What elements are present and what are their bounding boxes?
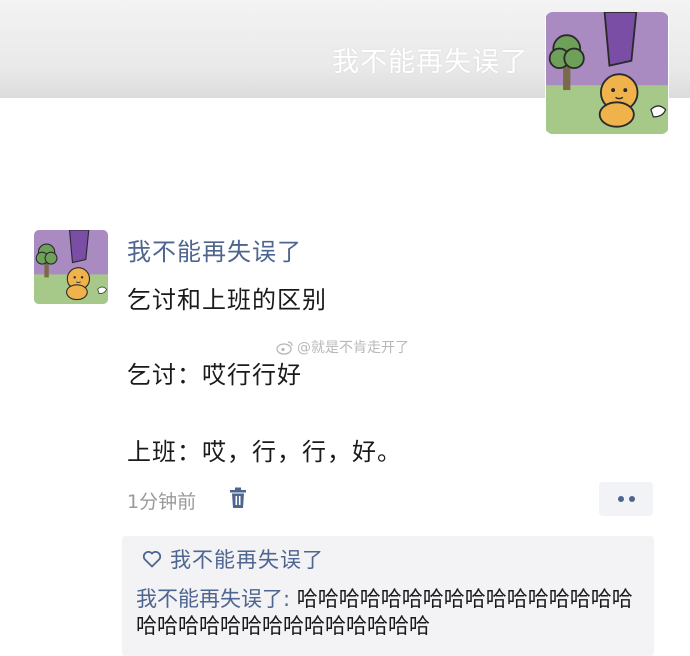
like-user-name[interactable]: 我不能再失误了 (170, 544, 324, 574)
comment-author[interactable]: 我不能再失误了: (136, 587, 290, 611)
trash-icon[interactable] (229, 487, 247, 509)
dot (617, 496, 624, 502)
header-user-name[interactable]: 我不能再失误了 (332, 40, 528, 79)
more-dots-icon[interactable] (599, 482, 653, 516)
likes-row: 我不能再失误了 (142, 544, 324, 574)
heart-outline-icon (142, 551, 162, 568)
post-text-line: 上班：哎，行，行，好。 (127, 438, 402, 466)
post-text-line: 乞讨和上班的区别 (127, 286, 327, 314)
weibo-icon (276, 340, 293, 355)
avatar-image (34, 230, 108, 304)
interaction-area: 我不能再失误了 我不能再失误了: 哈哈哈哈哈哈哈哈哈哈哈哈哈哈哈哈哈哈哈哈哈哈哈… (122, 536, 654, 656)
comment[interactable]: 我不能再失误了: 哈哈哈哈哈哈哈哈哈哈哈哈哈哈哈哈哈哈哈哈哈哈哈哈哈哈哈哈哈哈 (136, 586, 648, 640)
header-avatar[interactable] (545, 12, 669, 134)
post-author-avatar[interactable] (34, 230, 108, 304)
post-text-line: 乞讨：哎行行好 (127, 361, 302, 389)
post-time: 1分钟前 (127, 491, 197, 513)
avatar-image (546, 12, 668, 134)
watermark: @就是不肯走开了 (276, 337, 409, 357)
watermark-text: @就是不肯走开了 (297, 340, 409, 356)
moments-header: 我不能再失误了 (0, 0, 690, 134)
dot (628, 496, 635, 502)
post-author-name[interactable]: 我不能再失误了 (127, 232, 302, 267)
